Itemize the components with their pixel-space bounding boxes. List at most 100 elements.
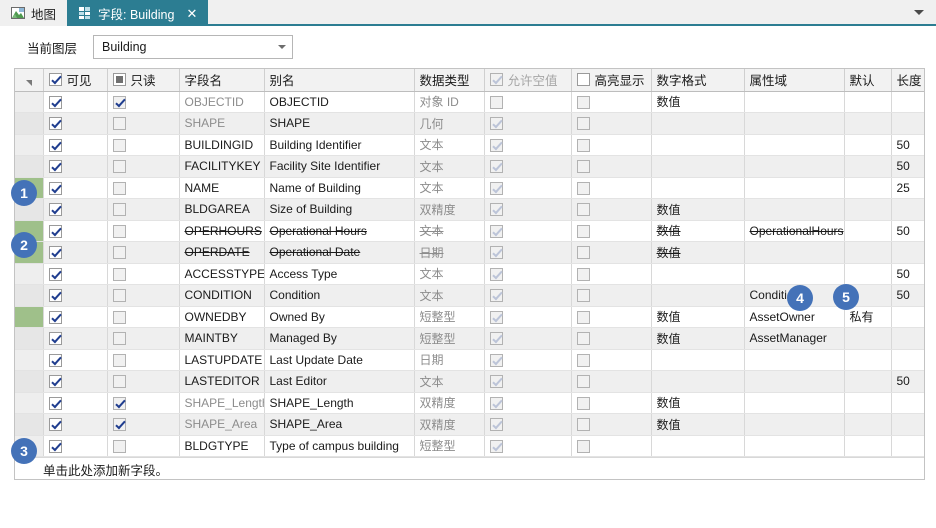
cell-visible[interactable]	[43, 220, 108, 242]
cell-default[interactable]	[844, 112, 892, 135]
cell-fieldname[interactable]: BLDGAREA	[179, 198, 265, 221]
cell-nullable[interactable]	[484, 241, 572, 264]
cell-length[interactable]	[891, 91, 924, 113]
cell-datatype[interactable]: 文本	[414, 155, 485, 178]
readonly-header-checkbox[interactable]	[112, 73, 126, 87]
readonly-checkbox[interactable]	[112, 203, 126, 217]
cell-domain[interactable]	[744, 91, 845, 113]
cell-fieldname[interactable]: BLDGTYPE	[179, 435, 265, 457]
readonly-checkbox[interactable]	[112, 95, 126, 109]
table-row[interactable]: NAME Name of Building 文本 25	[15, 177, 924, 199]
layer-combobox[interactable]: Building	[93, 35, 294, 59]
cell-default[interactable]	[844, 241, 892, 264]
cell-visible[interactable]	[43, 392, 108, 414]
table-row[interactable]: LASTUPDATE Last Update Date 日期	[15, 349, 924, 371]
cell-datatype[interactable]: 几何	[414, 112, 485, 135]
cell-length[interactable]	[891, 349, 924, 371]
readonly-checkbox[interactable]	[112, 353, 126, 367]
column-header-length[interactable]: 长度	[891, 69, 924, 92]
row-selector[interactable]	[15, 327, 44, 350]
cell-alias[interactable]: Last Editor	[264, 370, 415, 393]
table-row[interactable]: BLDGAREA Size of Building 双精度 数值	[15, 198, 924, 221]
visible-checkbox[interactable]	[48, 224, 62, 238]
visible-checkbox[interactable]	[48, 138, 62, 152]
cell-fieldname[interactable]: OWNEDBY	[179, 306, 265, 328]
table-row[interactable]: BUILDINGID Building Identifier 文本 50	[15, 134, 924, 156]
cell-numformat[interactable]	[651, 134, 745, 156]
column-header-default[interactable]: 默认	[844, 69, 892, 92]
column-header-numformat[interactable]: 数字格式	[651, 69, 745, 92]
cell-numformat[interactable]: 数值	[651, 413, 745, 436]
cell-default[interactable]	[844, 198, 892, 221]
cell-numformat[interactable]	[651, 112, 745, 135]
cell-numformat[interactable]: 数值	[651, 198, 745, 221]
cell-datatype[interactable]: 文本	[414, 370, 485, 393]
cell-fieldname[interactable]: LASTEDITOR	[179, 370, 265, 393]
cell-datatype[interactable]: 文本	[414, 134, 485, 156]
column-header-readonly[interactable]: 只读	[107, 69, 180, 92]
cell-visible[interactable]	[43, 284, 108, 307]
cell-nullable[interactable]	[484, 177, 572, 199]
table-row[interactable]: OBJECTID OBJECTID 对象 ID 数值	[15, 91, 924, 113]
readonly-checkbox[interactable]	[112, 396, 126, 410]
cell-alias[interactable]: Operational Hours	[264, 220, 415, 242]
highlight-checkbox[interactable]	[576, 267, 590, 281]
cell-readonly[interactable]	[107, 91, 180, 113]
cell-highlight[interactable]	[571, 327, 652, 350]
cell-fieldname[interactable]: FACILITYKEY	[179, 155, 265, 178]
readonly-checkbox[interactable]	[112, 439, 126, 453]
readonly-checkbox[interactable]	[112, 418, 126, 432]
cell-domain[interactable]	[744, 392, 845, 414]
cell-datatype[interactable]: 短整型	[414, 306, 485, 328]
cell-readonly[interactable]	[107, 112, 180, 135]
cell-visible[interactable]	[43, 306, 108, 328]
cell-default[interactable]	[844, 392, 892, 414]
cell-length[interactable]	[891, 306, 924, 328]
highlight-checkbox[interactable]	[576, 375, 590, 389]
table-row[interactable]: OPERDATE Operational Date 日期 数值	[15, 241, 924, 264]
readonly-checkbox[interactable]	[112, 160, 126, 174]
cell-domain[interactable]	[744, 177, 845, 199]
cell-visible[interactable]	[43, 241, 108, 264]
cell-visible[interactable]	[43, 91, 108, 113]
cell-nullable[interactable]	[484, 198, 572, 221]
readonly-checkbox[interactable]	[112, 310, 126, 324]
readonly-checkbox[interactable]	[112, 181, 126, 195]
cell-datatype[interactable]: 文本	[414, 263, 485, 285]
highlight-checkbox[interactable]	[576, 203, 590, 217]
cell-datatype[interactable]: 双精度	[414, 198, 485, 221]
cell-length[interactable]: 50	[891, 263, 924, 285]
tab-overflow-menu-button[interactable]	[902, 0, 936, 24]
highlight-checkbox[interactable]	[576, 224, 590, 238]
table-row[interactable]: BLDGTYPE Type of campus building 短整型	[15, 435, 924, 457]
highlight-checkbox[interactable]	[576, 246, 590, 260]
cell-alias[interactable]: Owned By	[264, 306, 415, 328]
visible-checkbox[interactable]	[48, 332, 62, 346]
cell-numformat[interactable]: 数值	[651, 327, 745, 350]
row-selector[interactable]	[15, 263, 44, 285]
visible-checkbox[interactable]	[48, 160, 62, 174]
visible-checkbox[interactable]	[48, 289, 62, 303]
highlight-checkbox[interactable]	[576, 396, 590, 410]
cell-highlight[interactable]	[571, 220, 652, 242]
cell-highlight[interactable]	[571, 306, 652, 328]
cell-domain[interactable]: AssetManager	[744, 327, 845, 350]
cell-readonly[interactable]	[107, 327, 180, 350]
cell-default[interactable]	[844, 263, 892, 285]
row-selector[interactable]	[15, 392, 44, 414]
cell-visible[interactable]	[43, 177, 108, 199]
cell-fieldname[interactable]: NAME	[179, 177, 265, 199]
cell-readonly[interactable]	[107, 435, 180, 457]
cell-nullable[interactable]	[484, 263, 572, 285]
tab-map[interactable]: 地图	[0, 0, 68, 26]
cell-readonly[interactable]	[107, 134, 180, 156]
cell-nullable[interactable]	[484, 435, 572, 457]
readonly-checkbox[interactable]	[112, 267, 126, 281]
cell-length[interactable]	[891, 112, 924, 135]
cell-numformat[interactable]: 数值	[651, 306, 745, 328]
cell-domain[interactable]	[744, 435, 845, 457]
column-header-highlight[interactable]: 高亮显示	[571, 69, 652, 92]
cell-datatype[interactable]: 双精度	[414, 413, 485, 436]
readonly-checkbox[interactable]	[112, 224, 126, 238]
cell-nullable[interactable]	[484, 327, 572, 350]
